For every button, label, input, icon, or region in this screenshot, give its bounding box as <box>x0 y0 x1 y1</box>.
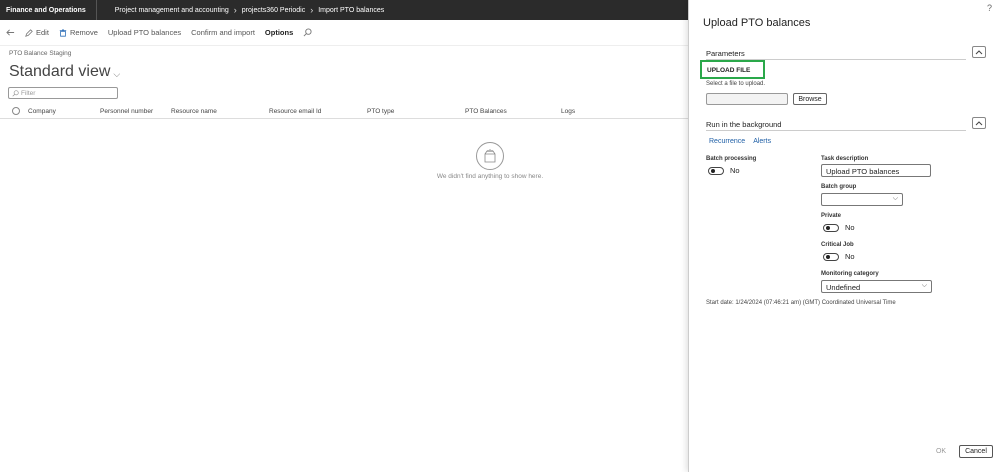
task-description-input[interactable]: Upload PTO balances <box>821 164 931 177</box>
breadcrumb-item-module[interactable]: Project management and accounting <box>115 7 229 14</box>
browse-button[interactable]: Browse <box>793 93 827 105</box>
breadcrumb-item-periodic[interactable]: projects360 Periodic <box>242 7 305 14</box>
batch-group-label: Batch group <box>821 184 857 190</box>
chevron-up-icon <box>975 120 983 125</box>
upload-dialog: ? Upload PTO balances Parameters UPLOAD … <box>688 0 1000 472</box>
chevron-down-icon: ⌵ <box>892 195 898 202</box>
upload-pto-balances-button[interactable]: Upload PTO balances <box>108 28 181 37</box>
back-arrow-icon[interactable] <box>6 28 15 37</box>
monitoring-category-label: Monitoring category <box>821 271 879 277</box>
chevron-right-icon: › <box>310 5 314 15</box>
column-pto-type[interactable]: PTO type <box>367 108 394 115</box>
options-tab[interactable]: Options <box>265 28 293 37</box>
divider <box>706 130 966 131</box>
view-title: Standard view <box>9 63 111 80</box>
edit-label: Edit <box>36 28 49 37</box>
batch-processing-toggle[interactable]: No <box>708 166 740 175</box>
remove-button[interactable]: Remove <box>59 28 98 37</box>
batch-group-select[interactable]: ⌵ <box>821 193 903 206</box>
breadcrumb: Project management and accounting › proj… <box>97 5 384 15</box>
monitoring-category-select[interactable]: Undefined ⌵ <box>821 280 932 293</box>
column-resource-email[interactable]: Resource email Id <box>269 108 321 115</box>
grid-header: Company Personnel number Resource name R… <box>0 105 688 119</box>
private-label: Private <box>821 213 842 219</box>
main-content: Edit Remove Upload PTO balances Confirm … <box>0 20 688 472</box>
toggle-switch[interactable] <box>823 252 839 261</box>
empty-state-message: We didn't find anything to show here. <box>436 173 544 180</box>
view-selector[interactable]: Standard view ⌵ <box>9 63 120 81</box>
chevron-up-icon <box>975 49 983 54</box>
chevron-right-icon: › <box>233 5 237 15</box>
chevron-down-icon: ⌵ <box>921 282 927 289</box>
breadcrumb-item-page[interactable]: Import PTO balances <box>318 7 384 14</box>
toggle-value: No <box>730 166 740 175</box>
toggle-switch[interactable] <box>823 223 839 232</box>
remove-label: Remove <box>69 28 98 37</box>
file-path-input[interactable] <box>706 93 788 105</box>
collapse-background-button[interactable] <box>972 117 986 129</box>
parameters-header[interactable]: Parameters <box>706 49 745 58</box>
dialog-title: Upload PTO balances <box>703 17 811 29</box>
filter-search-icon <box>12 89 19 97</box>
filter-input[interactable]: Filter <box>8 87 118 99</box>
column-pto-balances[interactable]: PTO Balances <box>465 108 507 115</box>
empty-box-icon <box>476 142 504 170</box>
cancel-button[interactable]: Cancel <box>959 445 993 458</box>
column-company[interactable]: Company <box>28 108 56 115</box>
toggle-value: No <box>845 252 855 261</box>
chevron-down-icon: ⌵ <box>113 68 121 79</box>
form-caption: PTO Balance Staging <box>9 50 72 57</box>
action-pane: Edit Remove Upload PTO balances Confirm … <box>0 20 688 46</box>
upload-file-label: UPLOAD FILE <box>700 60 765 79</box>
task-description-label: Task description <box>821 156 869 162</box>
confirm-and-import-button[interactable]: Confirm and import <box>191 28 255 37</box>
edit-button[interactable]: Edit <box>25 28 49 37</box>
column-logs[interactable]: Logs <box>561 108 575 115</box>
filter-placeholder: Filter <box>21 89 36 97</box>
private-toggle[interactable]: No <box>823 223 855 232</box>
app-name[interactable]: Finance and Operations <box>0 0 97 20</box>
column-resource-name[interactable]: Resource name <box>171 108 217 115</box>
toggle-switch[interactable] <box>708 166 724 175</box>
column-personnel-number[interactable]: Personnel number <box>100 108 153 115</box>
collapse-parameters-button[interactable] <box>972 46 986 58</box>
trash-icon <box>59 28 67 37</box>
select-file-hint: Select a file to upload. <box>706 81 766 87</box>
select-all-radio[interactable] <box>12 107 20 115</box>
top-navigation-bar: Finance and Operations Project managemen… <box>0 0 688 20</box>
search-icon[interactable] <box>303 28 312 37</box>
start-date-text: Start date: 1/24/2024 (07:46:21 am) (GMT… <box>706 300 896 306</box>
tab-alerts[interactable]: Alerts <box>753 138 771 145</box>
run-in-background-header[interactable]: Run in the background <box>706 120 781 129</box>
background-tabs: Recurrence Alerts <box>709 138 771 145</box>
batch-processing-label: Batch processing <box>706 156 757 162</box>
pencil-icon <box>25 28 33 37</box>
tab-recurrence[interactable]: Recurrence <box>709 138 745 145</box>
ok-button[interactable]: OK <box>929 445 953 458</box>
critical-job-label: Critical Job <box>821 242 854 248</box>
toggle-value: No <box>845 223 855 232</box>
help-icon[interactable]: ? <box>987 3 992 13</box>
critical-job-toggle[interactable]: No <box>823 252 855 261</box>
monitoring-category-value: Undefined <box>826 283 861 292</box>
